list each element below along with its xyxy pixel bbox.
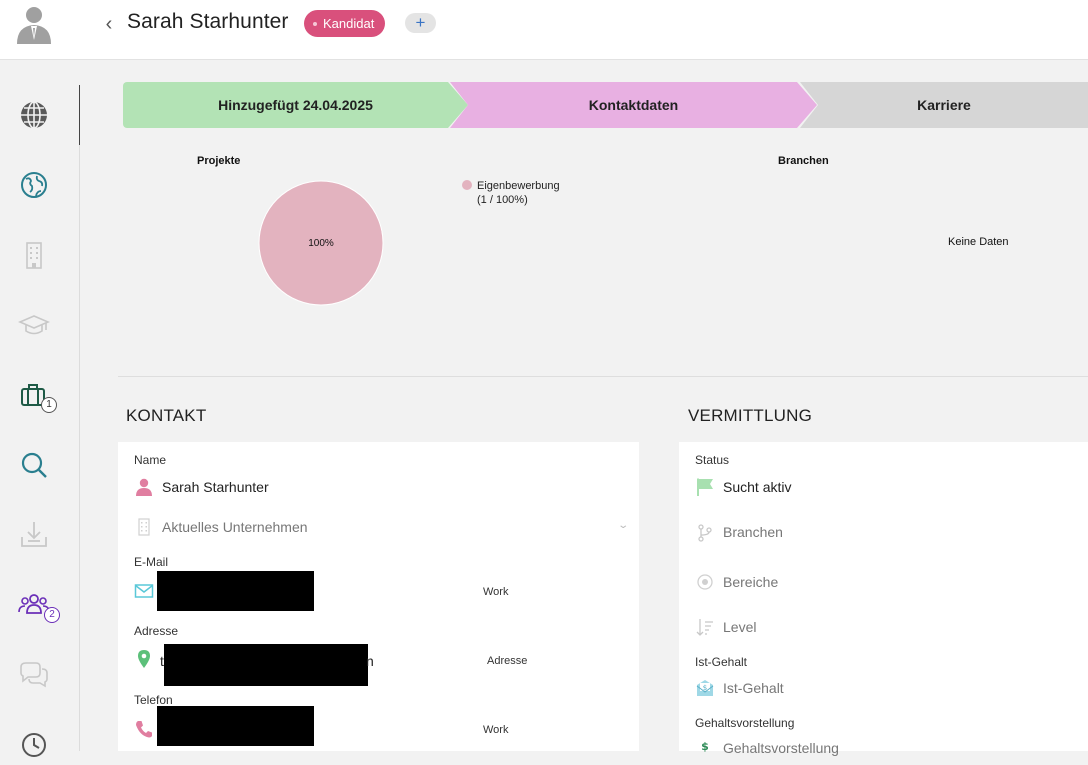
name-label: Name bbox=[134, 453, 167, 467]
phone-icon bbox=[134, 719, 154, 739]
sidebar-active-indicator bbox=[79, 85, 80, 145]
clock-icon bbox=[22, 733, 46, 757]
globe-icon bbox=[21, 101, 47, 129]
legend-value: (1 / 100%) bbox=[477, 194, 528, 206]
phone-value-redacted[interactable] bbox=[157, 706, 314, 746]
address-type[interactable]: Adresse bbox=[487, 655, 527, 667]
projects-pie-chart: 100% bbox=[258, 180, 384, 306]
back-chevron-icon[interactable]: ‹ bbox=[100, 13, 118, 35]
email-label: E-Mail bbox=[134, 555, 169, 569]
ist-gehalt-field[interactable]: Ist-Gehalt bbox=[723, 680, 784, 696]
status-badge[interactable]: Kandidat bbox=[304, 10, 386, 37]
status-label: Status bbox=[695, 453, 730, 467]
chat-icon bbox=[20, 662, 48, 688]
projects-legend: Eigenbewerbung (1 / 100%) bbox=[462, 179, 560, 207]
kontakt-title: KONTAKT bbox=[126, 406, 207, 425]
people-count-badge: 2 bbox=[44, 607, 60, 623]
jobs-count-badge: 1 bbox=[41, 397, 57, 413]
branchen-chart-title: Branchen bbox=[778, 155, 829, 167]
sidebar: 1 2 bbox=[0, 60, 80, 757]
sidebar-item-search[interactable] bbox=[14, 445, 54, 485]
sidebar-item-import[interactable] bbox=[14, 515, 54, 555]
vermittlung-title: VERMITTLUNG bbox=[688, 406, 813, 425]
kontakt-card: Name Sarah Starhunter Aktuelles Unterneh… bbox=[118, 442, 639, 751]
envelope-icon bbox=[134, 581, 154, 601]
person-icon bbox=[134, 477, 154, 497]
vermittlung-card: Status Sucht aktiv Branchen Bereiche Lev… bbox=[679, 442, 1088, 756]
download-icon bbox=[21, 522, 47, 547]
current-company-select[interactable]: Aktuelles Unternehmen bbox=[162, 519, 308, 535]
flag-icon bbox=[695, 477, 715, 497]
graduation-cap-icon bbox=[18, 315, 50, 335]
target-icon bbox=[695, 572, 715, 592]
branchen-field[interactable]: Branchen bbox=[723, 524, 783, 540]
location-pin-icon bbox=[134, 649, 154, 669]
gehaltsvorstellung-label: Gehaltsvorstellung bbox=[695, 716, 795, 730]
sidebar-item-earth[interactable] bbox=[14, 165, 54, 205]
address-label: Adresse bbox=[134, 624, 179, 638]
chevron-down-icon[interactable]: ⌄ bbox=[617, 520, 629, 531]
salary-envelope-icon: $ bbox=[695, 678, 715, 698]
stage-career[interactable]: Karriere bbox=[800, 82, 1088, 128]
sidebar-item-people[interactable]: 2 bbox=[14, 585, 60, 625]
name-value[interactable]: Sarah Starhunter bbox=[162, 479, 269, 495]
legend-swatch-icon bbox=[462, 180, 472, 190]
address-visible-end: n bbox=[366, 653, 374, 669]
bereiche-field[interactable]: Bereiche bbox=[723, 574, 778, 590]
gehaltsvorstellung-field[interactable]: Gehaltsvorstellung bbox=[723, 740, 839, 756]
address-value-redacted[interactable] bbox=[164, 644, 368, 686]
add-badge-button[interactable]: + bbox=[405, 13, 436, 33]
pie-slice-label: 100% bbox=[308, 238, 334, 249]
email-type[interactable]: Work bbox=[483, 586, 508, 598]
badge-dot-icon bbox=[313, 21, 317, 26]
status-badge-label: Kandidat bbox=[323, 16, 375, 31]
section-divider bbox=[118, 376, 1088, 377]
svg-text:$: $ bbox=[701, 740, 709, 753]
legend-label: Eigenbewerbung bbox=[477, 180, 560, 192]
status-value[interactable]: Sucht aktiv bbox=[723, 479, 791, 495]
company-building-icon bbox=[134, 517, 154, 537]
top-bar: ‹ Sarah Starhunter Kandidat + bbox=[0, 0, 1088, 60]
sidebar-item-jobs[interactable]: 1 bbox=[14, 375, 57, 415]
stage-added[interactable]: Hinzugefügt 24.04.2025 bbox=[123, 82, 468, 128]
earth-icon bbox=[21, 172, 47, 198]
sidebar-item-history[interactable] bbox=[14, 725, 54, 765]
sidebar-item-chat[interactable] bbox=[14, 655, 54, 695]
sidebar-divider bbox=[79, 145, 80, 751]
dollar-icon: $ bbox=[695, 738, 715, 758]
sort-level-icon bbox=[695, 617, 715, 637]
ist-gehalt-label: Ist-Gehalt bbox=[695, 655, 748, 669]
building-icon bbox=[26, 242, 42, 269]
page-title: Sarah Starhunter bbox=[127, 10, 289, 33]
projects-chart-title: Projekte bbox=[197, 155, 241, 167]
avatar[interactable] bbox=[16, 4, 52, 44]
stage-contact-data[interactable]: Kontaktdaten bbox=[450, 82, 817, 128]
phone-label: Telefon bbox=[134, 693, 173, 707]
phone-type[interactable]: Work bbox=[483, 724, 508, 736]
search-icon bbox=[21, 452, 47, 478]
legend-entry[interactable]: Eigenbewerbung bbox=[462, 179, 560, 193]
branchen-no-data: Keine Daten bbox=[948, 236, 1009, 248]
sidebar-item-globe[interactable] bbox=[14, 95, 54, 135]
pipeline-stages: Hinzugefügt 24.04.2025 Kontaktdaten Karr… bbox=[123, 82, 1088, 128]
sidebar-item-education[interactable] bbox=[14, 305, 54, 345]
sidebar-item-company[interactable] bbox=[14, 235, 54, 275]
branch-icon bbox=[695, 523, 715, 543]
email-value-redacted[interactable] bbox=[157, 571, 314, 611]
level-field[interactable]: Level bbox=[723, 619, 756, 635]
